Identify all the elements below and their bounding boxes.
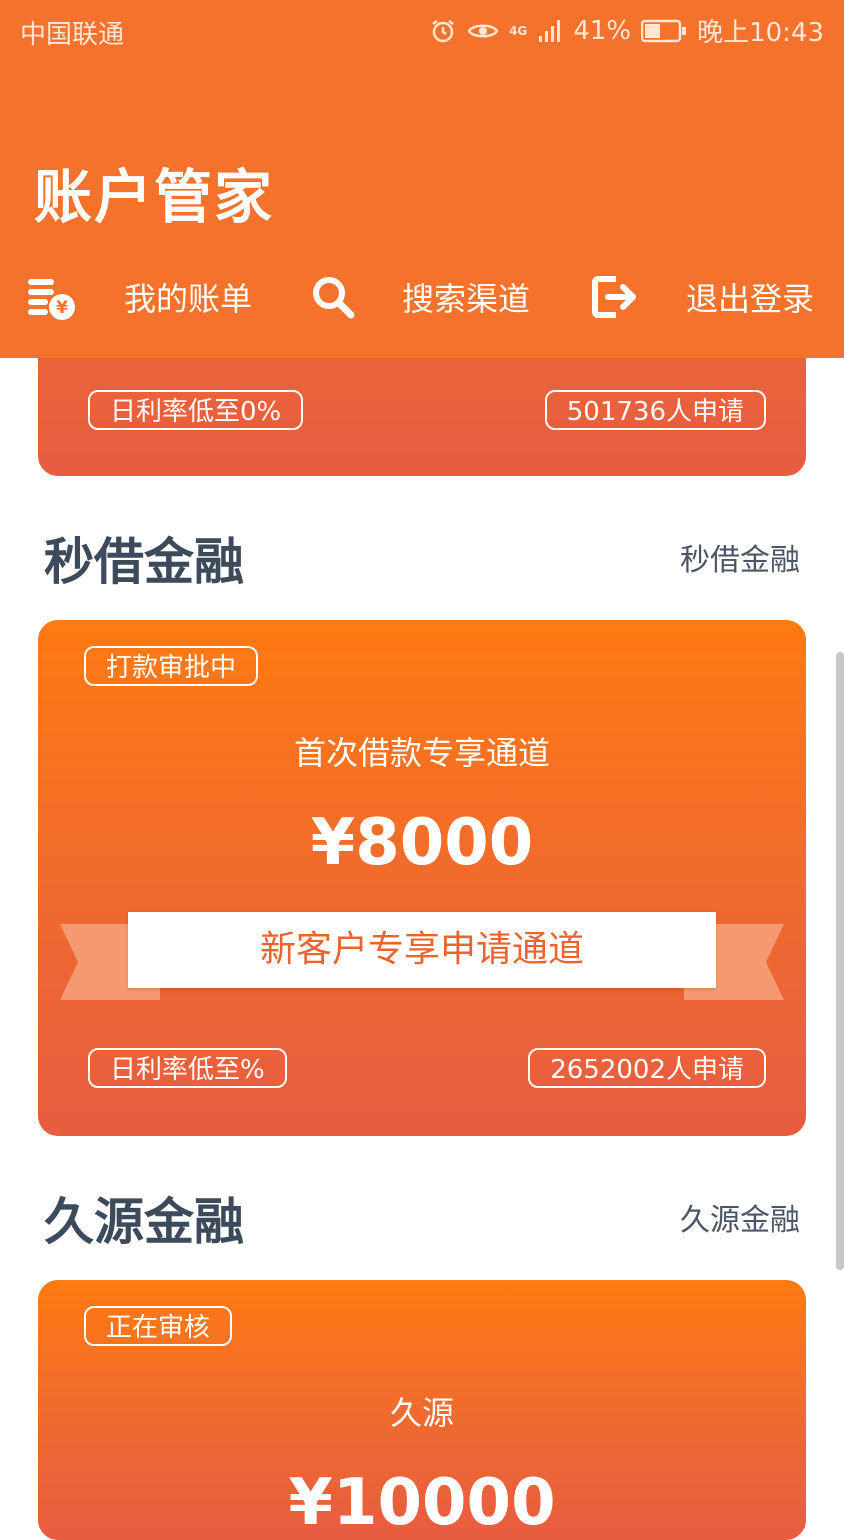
- logout-icon: [590, 273, 638, 321]
- loan-card[interactable]: 打款审批中 首次借款专享通道 ¥8000 新客户专享申请通道 日利率低至% 26…: [38, 620, 806, 1136]
- applicants-badge: 2652002人申请: [528, 1048, 766, 1088]
- battery-label: 41%: [573, 15, 632, 46]
- loan-card[interactable]: 正在审核 久源 ¥10000: [38, 1280, 806, 1540]
- network-label: 4G: [509, 23, 528, 38]
- page-title: 账户管家: [34, 163, 275, 231]
- status-indicators: 4G 41% 晚上10:43: [429, 12, 824, 49]
- app-header: 中国联通 4G 41% 晚上10:43 账户管家 ¥ 我的账单 搜索渠道 退出登…: [0, 0, 844, 358]
- section-link[interactable]: 秒借金融: [680, 535, 800, 579]
- search-icon: [310, 274, 356, 320]
- nav-label: 我的账单: [124, 280, 253, 318]
- nav-my-bills[interactable]: ¥ 我的账单: [26, 262, 252, 332]
- status-badge: 正在审核: [84, 1306, 233, 1346]
- card-subtitle: 久源: [389, 1394, 454, 1432]
- scrollbar[interactable]: [836, 652, 844, 1270]
- card-subtitle: 首次借款专享通道: [293, 734, 550, 772]
- section-link[interactable]: 久源金融: [680, 1195, 800, 1239]
- rate-badge: 日利率低至%: [88, 1048, 287, 1088]
- alarm-icon: [429, 17, 457, 45]
- apply-ribbon-button[interactable]: 新客户专享申请通道: [128, 912, 716, 988]
- header-nav: ¥ 我的账单 搜索渠道 退出登录: [0, 262, 844, 332]
- eye-icon: [467, 19, 499, 43]
- svg-text:¥: ¥: [56, 298, 68, 318]
- signal-icon: [537, 18, 563, 44]
- loan-amount: ¥10000: [288, 1466, 556, 1540]
- section-title: 久源金融: [44, 1193, 244, 1251]
- applicants-badge: 501736人申请: [544, 390, 766, 430]
- nav-logout[interactable]: 退出登录: [590, 262, 814, 332]
- battery-icon: [641, 19, 687, 43]
- loan-amount: ¥8000: [310, 806, 534, 880]
- status-badge: 打款审批中: [84, 646, 259, 686]
- rate-badge: 日利率低至0%: [88, 390, 304, 430]
- status-bar: 中国联通 4G 41% 晚上10:43: [0, 0, 844, 60]
- section-title: 秒借金融: [44, 533, 244, 591]
- clock-label: 晚上10:43: [697, 18, 824, 48]
- nav-search-channel[interactable]: 搜索渠道: [310, 262, 530, 332]
- carrier-label: 中国联通: [20, 20, 125, 50]
- nav-label: 退出登录: [686, 280, 815, 318]
- bill-icon: ¥: [26, 273, 78, 321]
- nav-label: 搜索渠道: [402, 280, 531, 318]
